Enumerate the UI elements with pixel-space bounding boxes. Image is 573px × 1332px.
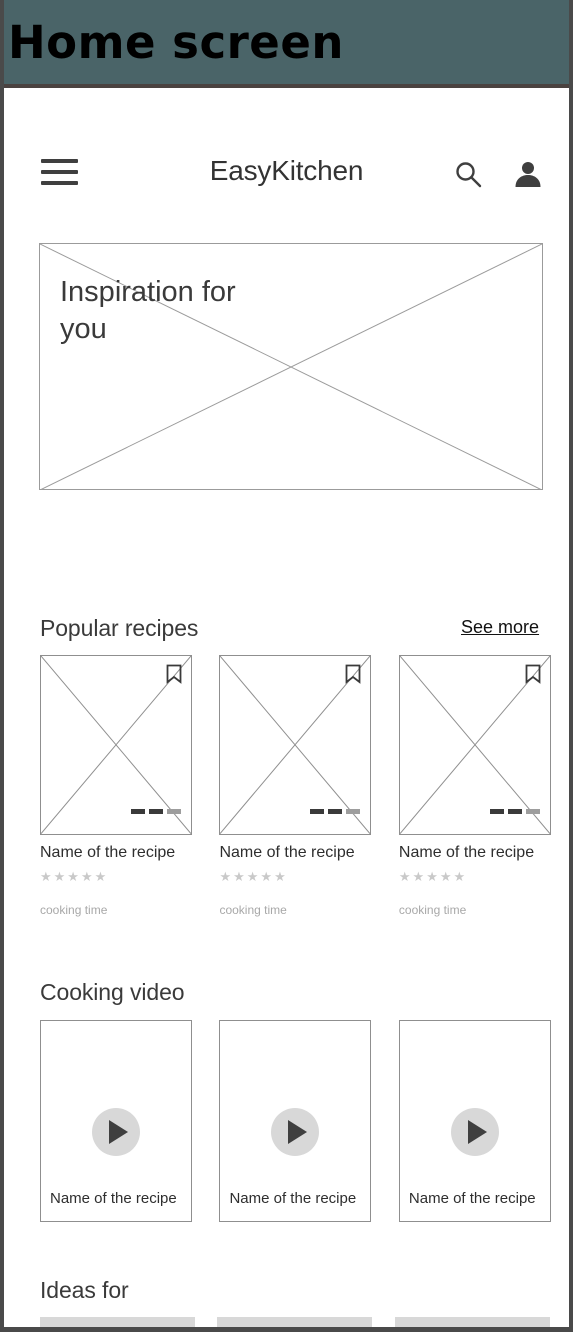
recipe-card[interactable]: Name of the recipe ★★★★★ cooking time [40, 655, 192, 917]
search-icon[interactable] [454, 160, 482, 188]
person-icon[interactable] [513, 159, 543, 189]
difficulty-dash [328, 809, 343, 814]
recipe-card[interactable]: Name of the recipe ★★★★★ cooking time [398, 655, 551, 917]
recipe-thumbnail [219, 655, 372, 835]
popular-recipes-heading: Popular recipes [40, 615, 199, 641]
cooking-time-label: cooking time [219, 902, 287, 917]
play-icon[interactable] [450, 1108, 499, 1156]
recipe-thumbnail [398, 655, 551, 835]
bookmark-icon[interactable] [166, 664, 182, 684]
app-window: Home screen EasyKitchen Inspiration for … [0, 0, 573, 1332]
video-card[interactable]: Name of the recipe [398, 1020, 551, 1222]
difficulty-dash [489, 809, 504, 814]
difficulty-dash [507, 809, 522, 814]
cooking-time-label: cooking time [40, 902, 108, 917]
rating-stars[interactable]: ★★★★★ [399, 869, 551, 885]
difficulty-dash [131, 809, 145, 814]
recipe-name: Name of the recipe [219, 844, 355, 861]
difficulty-dash [525, 809, 540, 814]
app-title: EasyKitchen [209, 155, 364, 186]
recipe-name: Name of the recipe [398, 844, 535, 861]
difficulty-dash [310, 809, 325, 814]
cooking-video-rail[interactable]: Name of the recipe Name of the recipe Na… [4, 1020, 569, 1230]
rating-stars[interactable]: ★★★★★ [40, 869, 192, 885]
play-icon[interactable] [271, 1108, 320, 1156]
cooking-video-heading: Cooking video [40, 979, 185, 1005]
hero-banner[interactable]: Inspiration for you Explore [39, 243, 543, 490]
video-recipe-name: Name of the recipe [408, 1190, 536, 1208]
difficulty-dash [167, 809, 181, 814]
idea-card[interactable] [217, 1317, 373, 1327]
app-bar: EasyKitchen [4, 143, 569, 203]
recipe-thumbnail [40, 655, 192, 835]
ideas-for-heading: Ideas for [40, 1277, 129, 1303]
recipe-card[interactable]: Name of the recipe ★★★★★ cooking time [219, 655, 372, 917]
idea-card[interactable] [40, 1317, 195, 1327]
cooking-time-label: cooking time [398, 902, 467, 917]
phone-screen: EasyKitchen Inspiration for you Popular … [4, 88, 569, 1327]
recipe-name: Name of the recipe [40, 844, 176, 861]
video-card[interactable]: Name of the recipe [40, 1020, 192, 1222]
window-titlebar: Home screen [4, 0, 569, 88]
ideas-for-rail[interactable] [4, 1317, 569, 1327]
popular-see-more-link[interactable]: See more [461, 617, 539, 638]
video-recipe-name: Name of the recipe [229, 1190, 357, 1208]
hero-title: Inspiration for you [60, 276, 236, 346]
video-card[interactable]: Name of the recipe [219, 1020, 372, 1222]
difficulty-indicator [131, 809, 181, 814]
window-title: Home screen [8, 15, 344, 69]
idea-card[interactable] [394, 1317, 550, 1327]
bookmark-icon[interactable] [345, 664, 361, 684]
bookmark-icon[interactable] [525, 664, 541, 684]
difficulty-indicator [310, 809, 361, 814]
play-icon[interactable] [92, 1108, 140, 1156]
video-recipe-name: Name of the recipe [50, 1190, 177, 1208]
rating-stars[interactable]: ★★★★★ [219, 869, 371, 885]
difficulty-indicator [489, 809, 540, 814]
difficulty-dash [149, 809, 163, 814]
popular-recipes-rail[interactable]: Name of the recipe ★★★★★ cooking time Na… [4, 655, 569, 945]
difficulty-dash [346, 809, 361, 814]
